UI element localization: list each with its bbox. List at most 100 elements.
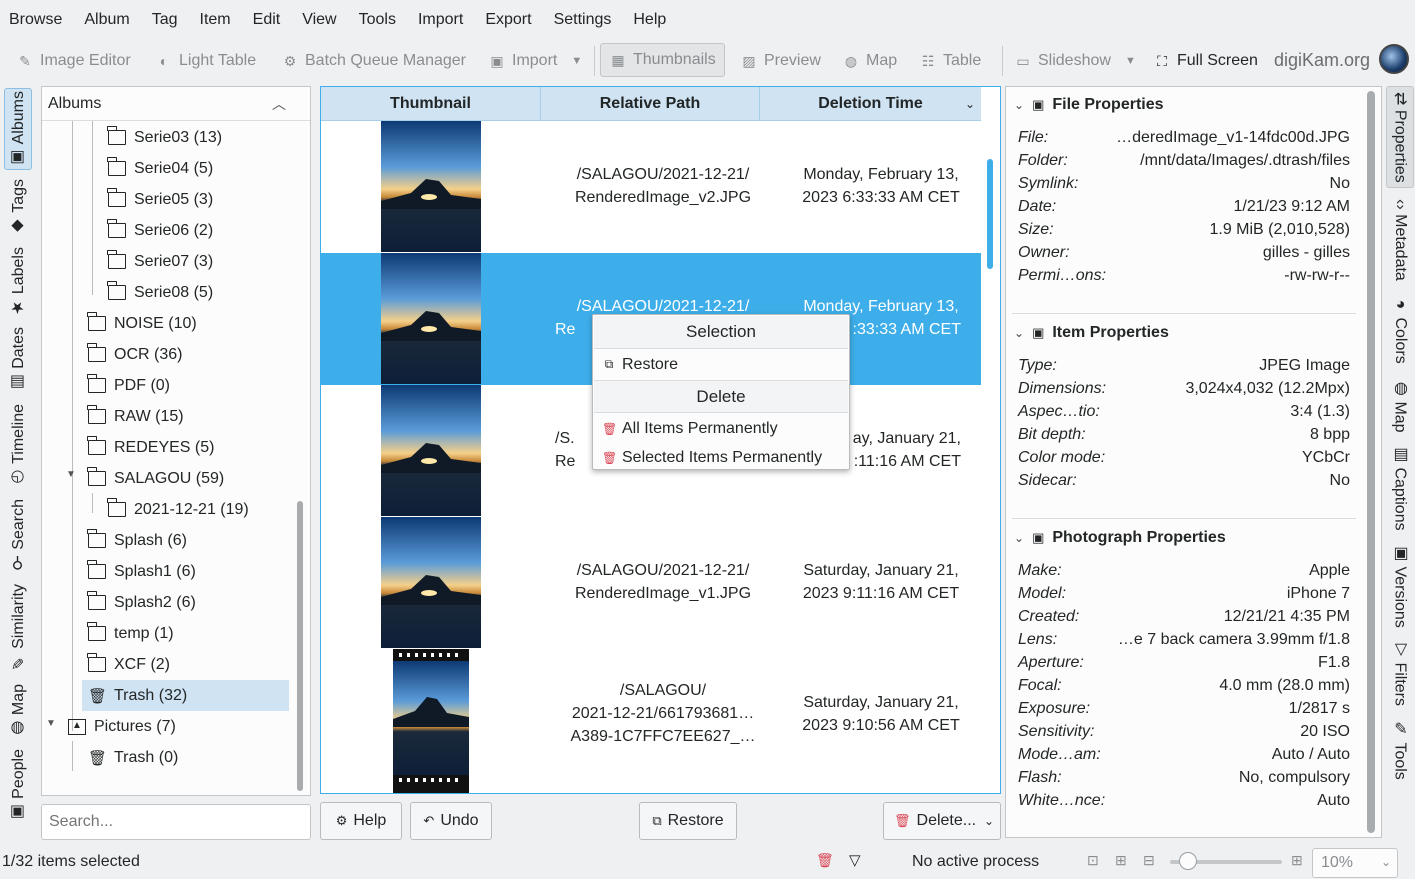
album-item[interactable]: RAW (15) [87,401,184,432]
album-item[interactable]: Serie07 (3) [107,246,213,277]
album-item[interactable]: Serie04 (5) [107,153,213,184]
delete-button[interactable]: 🗑 Delete... ⌄ [883,802,1001,840]
menu-item[interactable]: Item [200,11,231,29]
tab-tools[interactable]: ✎ Tools [1386,716,1414,782]
album-item[interactable]: ▲ Pictures (7) [68,711,176,742]
tab-dates[interactable]: ▤ Dates [4,326,32,394]
zoom-level-select[interactable]: 10% ⌄ [1312,848,1398,878]
tab-map-right[interactable]: ◍ Map [1386,376,1414,434]
album-item[interactable]: Serie03 (13) [107,122,222,153]
tab-versions[interactable]: ▣ Versions [1386,540,1414,630]
menu-browse[interactable]: Browse [9,11,62,29]
table-row[interactable]: /SALAGOU/2021-12-21/RenderedImage_v2.JPG… [321,121,981,253]
expand-arrow-icon[interactable]: ▼ [46,718,56,729]
slideshow-button[interactable]: ▭ Slideshow ▼ [1014,42,1136,79]
zoom-in-icon[interactable]: ⊞ [1291,852,1303,869]
album-item[interactable]: XCF (2) [87,649,170,680]
album-item[interactable]: Serie08 (5) [107,277,213,308]
tab-properties[interactable]: ⇄ Properties [1386,86,1414,188]
file-properties-header[interactable]: ⌄ ▣ File Properties [1014,96,1164,114]
preview-button[interactable]: ▨ Preview [740,42,821,79]
sort-up-icon[interactable]: ︿ [272,94,286,114]
album-item[interactable]: NOISE (10) [87,308,197,339]
table-row[interactable]: /SALAGOU/2021-12-21/RenderedImage_v1.JPG… [321,517,981,649]
properties-scrollbar[interactable] [1367,91,1375,833]
filter-icon[interactable]: ▽ [849,851,861,869]
column-deletion-time[interactable]: Deletion Time ⌄ [760,87,981,121]
table-button[interactable]: ☷ Table [919,42,982,79]
album-item-trash-selected[interactable]: 🗑 Trash (32) [82,680,289,711]
photo-properties-header[interactable]: ⌄ ▣ Photograph Properties [1014,529,1226,547]
help-button[interactable]: ⚙ Help [320,802,402,840]
album-item[interactable]: temp (1) [87,618,174,649]
sort-chevron-icon[interactable]: ⌄ [965,97,975,111]
menu-view[interactable]: View [302,11,336,29]
tab-people[interactable]: ▣ People [4,748,32,824]
tab-timeline[interactable]: ◷ Timeline [4,402,32,490]
expand-arrow-icon[interactable]: ▼ [66,469,76,480]
light-table-button[interactable]: ◐ Light Table [155,42,256,79]
table-row[interactable]: /SALAGOU/2021-12-21/661793681… A389-1C7FF… [321,649,981,793]
delete-selected-permanently-menu-item[interactable]: 🗑 Selected Items Permanently [594,443,848,472]
tab-filters[interactable]: ▽ Filters [1386,638,1414,708]
import-button[interactable]: ▣ Import ▼ [488,42,582,79]
property-key: Folder: [1018,152,1068,169]
menu-album[interactable]: Album [84,11,129,29]
batch-queue-label: Batch Queue Manager [305,51,466,69]
tab-tags[interactable]: ◆ Tags [4,178,32,238]
camera-icon: ▣ [490,52,504,69]
album-tree-scrollbar[interactable] [297,501,303,791]
menu-help[interactable]: Help [633,11,666,29]
menu-tools[interactable]: Tools [359,11,396,29]
album-item[interactable]: OCR (36) [87,339,182,370]
tab-colors[interactable]: ◕ Colors [1386,294,1414,366]
album-item[interactable]: 2021-12-21 (19) [107,494,249,525]
album-item[interactable]: PDF (0) [87,370,170,401]
zoom-fit-icon[interactable]: ⊡ [1087,852,1099,869]
menu-export[interactable]: Export [485,11,531,29]
map-button[interactable]: ◍ Map [842,42,897,79]
zoom-slider-handle[interactable] [1179,852,1198,870]
undo-button[interactable]: ↶ Undo [410,802,492,840]
full-screen-button[interactable]: ⛶ Full Screen [1153,42,1258,79]
column-relative-path[interactable]: Relative Path [541,87,760,121]
zoom-out-icon[interactable]: ⊟ [1143,852,1155,869]
column-thumbnail[interactable]: Thumbnail [321,87,541,121]
table-scrollbar[interactable] [987,159,993,269]
album-item[interactable]: 🗑 Trash (0) [88,742,178,773]
album-tree-header[interactable]: Albums ︿ [42,87,310,121]
trash-icon[interactable]: 🗑 [816,852,834,869]
delete-all-permanently-menu-item[interactable]: 🗑 All Items Permanently [594,414,848,443]
restore-menu-item[interactable]: ⧉ Restore [594,350,848,379]
tab-similarity[interactable]: ✐ Similarity [4,582,32,674]
album-item[interactable]: Serie05 (3) [107,184,213,215]
tab-albums[interactable]: ▣ Albums [4,88,32,170]
album-item[interactable]: SALAGOU (59) [87,463,224,494]
tab-map[interactable]: ◍ Map [4,682,32,740]
folder-icon [107,498,126,517]
zoom-actual-icon[interactable]: ⊞ [1115,852,1127,869]
album-item[interactable]: Splash1 (6) [87,556,196,587]
album-item[interactable]: Serie06 (2) [107,215,213,246]
thumbnails-button[interactable]: ▦ Thumbnails [600,43,725,77]
menu-edit[interactable]: Edit [253,11,281,29]
batch-queue-button[interactable]: ⚙ Batch Queue Manager [281,42,466,79]
restore-button[interactable]: ⧉ Restore [639,802,737,840]
album-item[interactable]: REDEYES (5) [87,432,214,463]
album-search-input[interactable] [41,804,311,840]
tab-metadata[interactable]: ‹› Metadata [1386,194,1414,286]
menu-settings[interactable]: Settings [554,11,612,29]
tab-captions[interactable]: ▤ Captions [1386,442,1414,532]
image-editor-button[interactable]: ✎ Image Editor [16,42,131,79]
menu-import[interactable]: Import [418,11,463,29]
chevron-down-icon[interactable]: ▼ [571,55,582,67]
tab-search[interactable]: ⚲ Search [4,498,32,574]
chevron-down-icon[interactable]: ⌄ [984,814,994,828]
menu-tag[interactable]: Tag [152,11,178,29]
delete-selected-label: Selected Items Permanently [622,448,823,466]
album-item[interactable]: Splash (6) [87,525,187,556]
chevron-down-icon[interactable]: ▼ [1125,55,1136,67]
album-item[interactable]: Splash2 (6) [87,587,196,618]
item-properties-header[interactable]: ⌄ ▣ Item Properties [1014,324,1169,342]
tab-labels[interactable]: ★ Labels [4,246,32,318]
